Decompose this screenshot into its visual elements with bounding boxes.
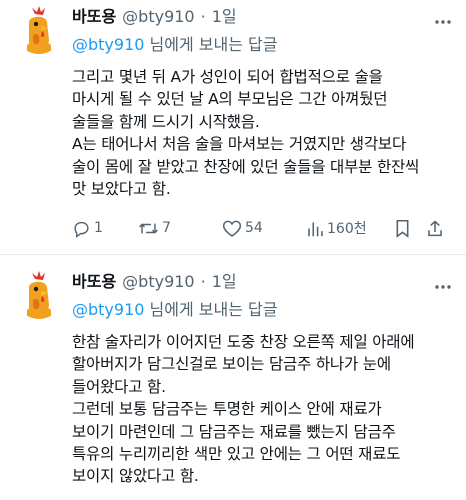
avatar-column <box>8 271 70 488</box>
tweet-content: 바또용 @bty910 · 1일 @bty910 님에게 보내는 답글 그리고 … <box>70 6 452 254</box>
timestamp[interactable]: 1일 <box>212 6 237 28</box>
author-handle[interactable]: @bty910 <box>122 6 194 28</box>
tweet-paragraph: A는 태어나서 처음 술을 마셔보는 거였지만 생각보다 술이 몸에 잘 받았고… <box>72 135 420 199</box>
more-options-button[interactable] <box>434 10 452 29</box>
tweet-text: 한참 술자리가 이어지던 도중 찬장 오른쪽 제일 아래에 할아버지가 담그신걸… <box>72 331 452 488</box>
avatar[interactable] <box>15 6 63 54</box>
retweet-count: 7 <box>162 220 171 237</box>
tweet-content: 바또용 @bty910 · 1일 @bty910 님에게 보내는 답글 한참 술… <box>70 271 452 488</box>
reply-count: 1 <box>94 220 103 237</box>
separator-dot: · <box>200 7 206 26</box>
bookmark-button[interactable] <box>394 219 426 238</box>
tweet-header: 바또용 @bty910 · 1일 <box>72 271 452 293</box>
avatar[interactable] <box>15 271 63 319</box>
author-name[interactable]: 바또용 <box>72 271 116 293</box>
heart-icon <box>222 219 242 238</box>
reply-context: @bty910 님에게 보내는 답글 <box>72 299 452 321</box>
reply-button[interactable]: 1 <box>72 219 138 238</box>
tweet[interactable]: 바또용 @bty910 · 1일 @bty910 님에게 보내는 답글 한참 술… <box>0 255 466 488</box>
reply-mention-link[interactable]: @bty910 <box>72 300 144 319</box>
retweet-icon <box>138 219 159 238</box>
more-icon <box>434 275 452 294</box>
reply-context: @bty910 님에게 보내는 답글 <box>72 34 452 56</box>
tweet-paragraph: 그리고 몇년 뒤 A가 성인이 되어 합법적으로 술을 마시게 될 수 있던 날… <box>72 68 388 131</box>
tweet-header: 바또용 @bty910 · 1일 <box>72 6 452 28</box>
like-count: 54 <box>245 220 263 237</box>
avatar-column <box>8 6 70 254</box>
views-icon <box>306 219 324 238</box>
reply-mention-link[interactable]: @bty910 <box>72 35 144 54</box>
reply-icon <box>72 219 91 238</box>
separator-dot: · <box>200 272 206 291</box>
action-bar: 1 7 54 160천 <box>72 216 452 240</box>
share-button[interactable] <box>426 219 444 238</box>
tweet-paragraph: 그런데 보통 담금주는 투명한 케이스 안에 재료가 보이기 마련인데 그 담금… <box>72 400 401 486</box>
bookmark-icon <box>394 219 411 238</box>
tweet-text: 그리고 몇년 뒤 A가 성인이 되어 합법적으로 술을 마시게 될 수 있던 날… <box>72 66 452 200</box>
share-icon <box>426 219 444 238</box>
more-options-button[interactable] <box>434 275 452 294</box>
tweet[interactable]: 바또용 @bty910 · 1일 @bty910 님에게 보내는 답글 그리고 … <box>0 0 466 254</box>
views-count: 160천 <box>327 221 367 238</box>
retweet-button[interactable]: 7 <box>138 219 222 238</box>
author-name[interactable]: 바또용 <box>72 6 116 28</box>
reply-suffix: 님에게 보내는 답글 <box>144 300 278 319</box>
like-button[interactable]: 54 <box>222 219 306 238</box>
views-button[interactable]: 160천 <box>306 218 394 238</box>
more-icon <box>434 10 452 29</box>
reply-suffix: 님에게 보내는 답글 <box>144 35 278 54</box>
timestamp[interactable]: 1일 <box>212 271 237 293</box>
author-handle[interactable]: @bty910 <box>122 271 194 293</box>
tweet-paragraph: 한참 술자리가 이어지던 도중 찬장 오른쪽 제일 아래에 할아버지가 담그신걸… <box>72 333 415 396</box>
